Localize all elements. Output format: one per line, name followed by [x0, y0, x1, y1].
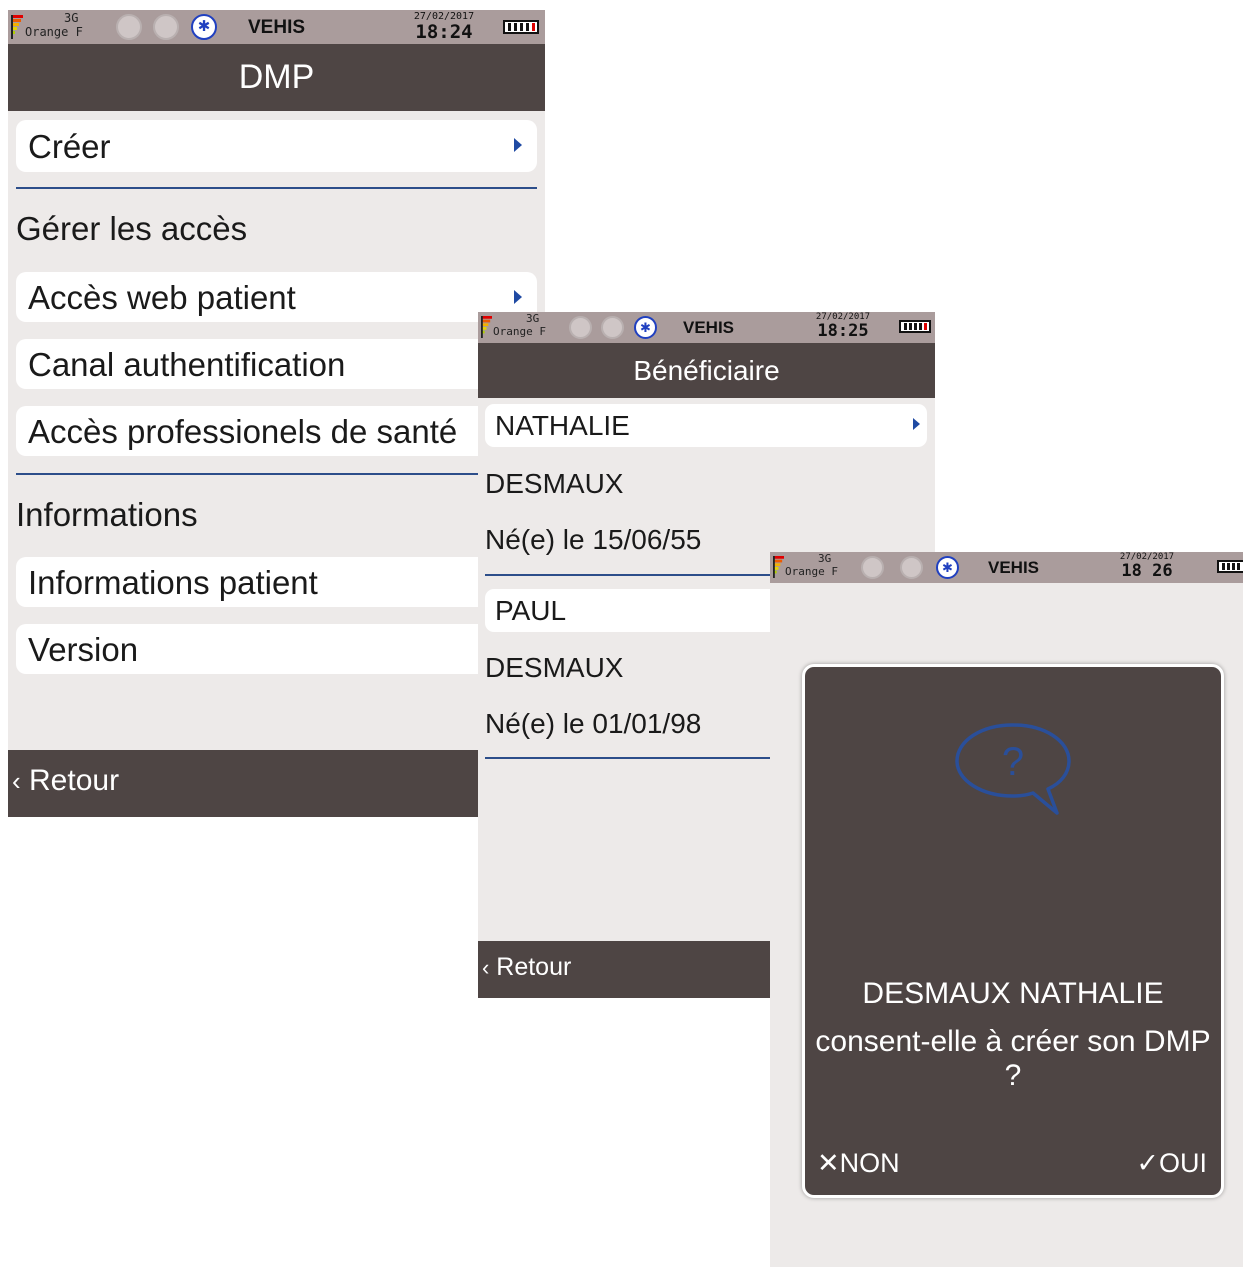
battery-icon — [503, 20, 539, 34]
yes-label: OUI — [1158, 1148, 1207, 1178]
signal-strength-icon — [773, 556, 784, 578]
screen-dmp-menu: 3G Orange F ✱ VEHIS 27/02/2017 18:24 DMP… — [8, 10, 545, 817]
phone-icon — [861, 556, 884, 579]
bluetooth-icon: ✱ — [191, 14, 217, 40]
close-icon: ✕ — [817, 1148, 840, 1178]
menu-item-label: Informations patient — [28, 564, 318, 601]
chevron-left-icon: ‹ — [12, 766, 21, 796]
status-bar: 3G Orange F ✱ VEHIS 27/02/2017 18:24 — [8, 10, 545, 44]
menu-item-label: Canal authentification — [28, 346, 346, 383]
network-sharing-icon — [153, 14, 179, 40]
back-button[interactable]: ‹ Retour — [482, 953, 571, 982]
chevron-right-icon — [514, 290, 522, 304]
app-name: VEHIS — [248, 17, 306, 38]
status-time: 18:24 — [415, 21, 473, 43]
network-sharing-icon — [601, 316, 624, 339]
menu-item-label: Accès web patient — [28, 279, 296, 316]
beneficiary-birth-date: Né(e) le 15/06/55 — [485, 524, 702, 555]
beneficiary-item-nathalie[interactable]: NATHALIE — [485, 404, 927, 447]
menu-item-auth-channel[interactable]: Canal authentification — [16, 339, 537, 389]
carrier-name: Orange F — [493, 325, 546, 338]
menu-item-creer[interactable]: Créer — [16, 120, 537, 172]
bottom-bar: ‹ Retour — [8, 750, 545, 817]
status-bar: 3G Orange F ✱ VEHIS 27/02/2017 18 26 — [770, 552, 1243, 583]
back-button[interactable]: ‹ Retour — [12, 764, 119, 798]
signal-strength-icon — [11, 15, 23, 39]
svg-text:?: ? — [1002, 740, 1024, 784]
carrier-name: Orange F — [785, 565, 838, 578]
section-heading-access: Gérer les accès — [16, 210, 248, 247]
page-title: Bénéficiaire — [478, 343, 935, 398]
signal-strength-icon — [481, 316, 492, 338]
question-bubble-icon: ? — [955, 723, 1071, 815]
no-button[interactable]: ✕NON — [817, 1148, 900, 1179]
status-bar: 3G Orange F ✱ VEHIS 27/02/2017 18:25 — [478, 312, 935, 343]
beneficiary-birth-date: Né(e) le 01/01/98 — [485, 708, 702, 739]
beneficiary-first-name: PAUL — [495, 595, 567, 626]
battery-icon — [1217, 560, 1243, 573]
back-label: Retour — [496, 953, 572, 981]
menu-item-label: Créer — [28, 128, 111, 165]
status-time: 18 26 — [1121, 561, 1173, 581]
menu-item-label: Accès professionels de santé — [28, 413, 458, 450]
menu-item-version[interactable]: Version — [16, 624, 537, 674]
menu-item-pro-access[interactable]: Accès professionels de santé — [16, 406, 537, 456]
carrier-name: Orange F — [25, 25, 83, 39]
network-type: 3G — [818, 552, 832, 565]
beneficiary-first-name: NATHALIE — [495, 410, 630, 441]
consent-dialog: ? DESMAUX NATHALIE consent-elle à créer … — [802, 664, 1224, 1198]
chevron-left-icon: ‹ — [482, 955, 490, 980]
chevron-right-icon — [514, 138, 522, 152]
bluetooth-icon: ✱ — [634, 316, 657, 339]
network-type: 3G — [526, 312, 540, 325]
chevron-right-icon — [913, 418, 920, 430]
network-sharing-icon — [900, 556, 923, 579]
menu-item-label: Version — [28, 631, 139, 668]
battery-icon — [899, 320, 931, 333]
checkmark-icon: ✓ — [1136, 1148, 1159, 1178]
menu-item-web-access[interactable]: Accès web patient — [16, 272, 537, 322]
divider — [16, 187, 537, 189]
screen-consent-dialog: 3G Orange F ✱ VEHIS 27/02/2017 18 26 ? D… — [770, 552, 1243, 1267]
status-time: 18:25 — [817, 321, 869, 341]
app-name: VEHIS — [988, 558, 1040, 577]
network-type: 3G — [64, 11, 79, 25]
phone-icon — [569, 316, 592, 339]
page-title: DMP — [8, 44, 545, 111]
dialog-message-line1: DESMAUX NATHALIE — [862, 977, 1164, 1010]
dialog-message-line2: consent-elle à créer son DMP ? — [815, 1025, 1211, 1092]
bluetooth-icon: ✱ — [936, 556, 959, 579]
phone-icon — [116, 14, 142, 40]
beneficiary-last-name: DESMAUX — [485, 468, 624, 499]
yes-button[interactable]: ✓OUI — [1136, 1148, 1207, 1179]
menu-item-patient-info[interactable]: Informations patient — [16, 557, 537, 607]
section-heading-info: Informations — [16, 496, 198, 533]
no-label: NON — [839, 1148, 900, 1178]
app-name: VEHIS — [683, 318, 735, 337]
divider — [16, 473, 537, 475]
back-label: Retour — [29, 764, 120, 797]
beneficiary-last-name: DESMAUX — [485, 652, 624, 683]
